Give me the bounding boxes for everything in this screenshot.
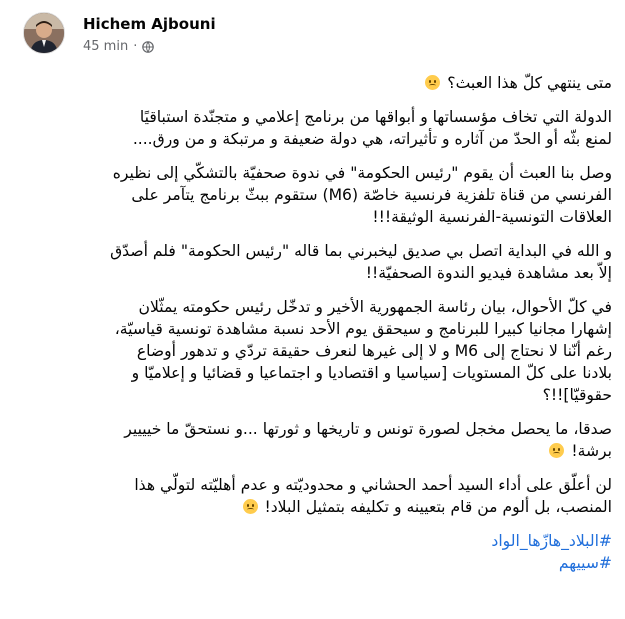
hashtag-list: #البلاد_هازّها_الواد #سييهم: [12, 530, 612, 574]
paragraph-line: برشة!: [571, 442, 612, 460]
post-header: Hichem Ajbouni 45 min ·: [23, 12, 613, 62]
sad-emoji-icon: [425, 75, 441, 90]
paragraph-5: في كلّ الأحوال، بيان رئاسة الجمهورية الأ…: [12, 296, 612, 406]
post-meta: 45 min ·: [83, 39, 155, 54]
paragraph-line: لن أعلّق على أداء السيد أحمد الحشاني و م…: [134, 476, 612, 494]
paragraph-line: وصل بنا العبث أن يقوم "رئيس الحكومة" في …: [112, 164, 612, 182]
paragraph-7: لن أعلّق على أداء السيد أحمد الحشاني و م…: [12, 474, 612, 518]
paragraph-line: العلاقات التونسية-الفرنسية الوثيقة!!!: [372, 208, 612, 226]
paragraph-line: حقوقيّا]!!؟: [542, 386, 612, 404]
paragraph-line: بلادنا على كلّ المستويات [سياسيا و اقتصا…: [131, 364, 612, 382]
paragraph-line: و الله في البداية اتصل بي صديق ليخبرني ب…: [110, 242, 612, 260]
author-name[interactable]: Hichem Ajbouni: [83, 15, 216, 33]
paragraph-6: صدقا، ما يحصل مخجل لصورة تونس و تاريخها …: [12, 418, 612, 462]
paragraph-line: الفرنسي من قناة تلفزية فرنسية خاصّة (M6)…: [131, 186, 612, 204]
paragraph-4: و الله في البداية اتصل بي صديق ليخبرني ب…: [12, 240, 612, 284]
sad-emoji-icon: [549, 443, 565, 458]
paragraph-line: إشهارا مجانيا كبيرا للبرنامج و سيحقق يوم…: [114, 320, 612, 338]
paragraph-2: الدولة التي تخاف مؤسساتها و أبواقها من ب…: [12, 106, 612, 150]
post-time[interactable]: 45 min: [83, 39, 128, 54]
paragraph-1: متى ينتهي كلّ هذا العبث؟: [12, 72, 612, 94]
sad-emoji-icon: [242, 499, 258, 514]
post-body: متى ينتهي كلّ هذا العبث؟ الدولة التي تخا…: [12, 72, 612, 574]
paragraph-line: إلاّ بعد مشاهدة فيديو الندوة الصحفيّة!!: [365, 264, 612, 282]
paragraph-line: رغم أنّنا لا نحتاج إلى M6 و لا إلى غيرها…: [136, 342, 612, 360]
paragraph-line: الدولة التي تخاف مؤسساتها و أبواقها من ب…: [139, 108, 612, 126]
paragraph-line: صدقا، ما يحصل مخجل لصورة تونس و تاريخها …: [124, 420, 612, 438]
paragraph-3: وصل بنا العبث أن يقوم "رئيس الحكومة" في …: [12, 162, 612, 228]
paragraph-line: لمنع بثّه أو الحدّ من آثاره و تأثيراته، …: [132, 130, 612, 148]
paragraph-line: المنصب، بل ألوم من قام بتعيينه و تكليفه …: [264, 498, 612, 516]
paragraph-line: متى ينتهي كلّ هذا العبث؟: [447, 74, 612, 92]
globe-icon[interactable]: [142, 40, 155, 53]
paragraph-line: في كلّ الأحوال، بيان رئاسة الجمهورية الأ…: [138, 298, 612, 316]
hashtag-link[interactable]: #سييهم: [12, 552, 612, 574]
avatar[interactable]: [23, 12, 65, 54]
hashtag-link[interactable]: #البلاد_هازّها_الواد: [12, 530, 612, 552]
